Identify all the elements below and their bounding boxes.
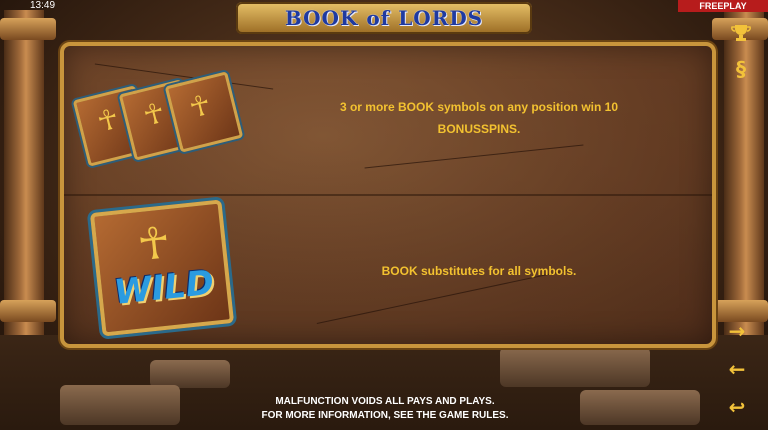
left-pillar-capital [0, 18, 56, 40]
trophy-icon[interactable] [728, 22, 754, 48]
rock [580, 390, 700, 425]
rock [60, 385, 180, 425]
ankh-icon: ☥ [185, 87, 215, 125]
rule-line: 3 or more BOOK symbols on any position w… [339, 100, 619, 114]
ankh-icon: ☥ [139, 95, 169, 133]
rule-line: BONUSSPINS. [437, 122, 521, 136]
stone-crack [364, 144, 584, 169]
rule-line: BOOK substitutes for all symbols. [381, 264, 577, 278]
clock: 13:49 [30, 0, 56, 11]
ankh-icon: ☥ [93, 101, 123, 139]
back-icon[interactable]: ↩ [724, 394, 750, 420]
paragraph-icon[interactable]: § [728, 56, 754, 82]
row-divider [64, 194, 712, 196]
rock [500, 347, 650, 387]
bonus-spins-rule: 3 or more BOOK symbols on any position w… [284, 96, 674, 140]
ankh-icon: ☥ [134, 217, 173, 272]
game-logo: BOOK of LORDS [236, 2, 532, 34]
wild-rule: BOOK substitutes for all symbols. [284, 260, 674, 282]
disclaimer: MALFUNCTION VOIDS ALL PAYS AND PLAYS. FO… [190, 395, 580, 423]
disclaimer-line: FOR MORE INFORMATION, SEE THE GAME RULES… [261, 410, 509, 421]
left-pillar-base [0, 300, 56, 322]
wild-book-symbol: ☥ WILD [89, 199, 235, 337]
disclaimer-line: MALFUNCTION VOIDS ALL PAYS AND PLAYS. [275, 396, 495, 407]
previous-page-icon[interactable]: ← [724, 356, 750, 382]
wild-label: WILD [112, 262, 216, 314]
next-page-icon[interactable]: → [724, 318, 750, 344]
logo-text: BOOK of LORDS [284, 6, 484, 30]
rock [150, 360, 230, 388]
freeplay-badge: FREEPLAY [678, 0, 768, 12]
